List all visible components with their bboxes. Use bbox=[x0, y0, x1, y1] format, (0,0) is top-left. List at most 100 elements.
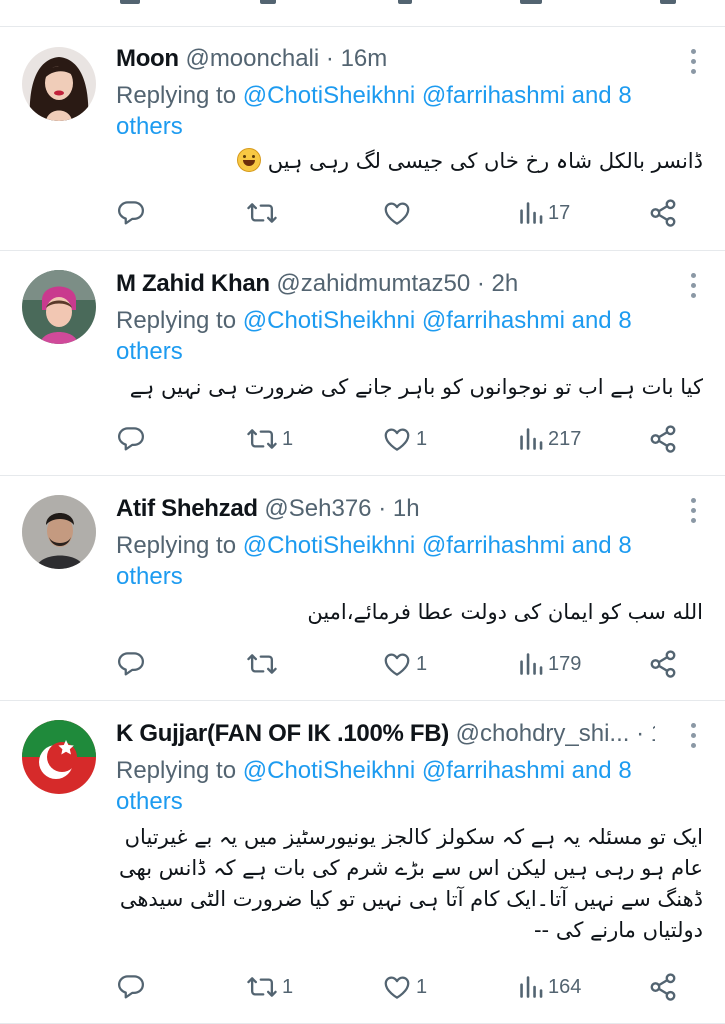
display-name[interactable]: Moon bbox=[116, 45, 179, 72]
tweet[interactable]: K Gujjar(FAN OF IK .100% FB) @chohdry_sh… bbox=[0, 702, 725, 1024]
reply-icon[interactable] bbox=[120, 0, 140, 4]
retweet-icon[interactable] bbox=[260, 0, 276, 4]
view-count: 164 bbox=[548, 975, 582, 998]
display-name[interactable]: M Zahid Khan bbox=[116, 270, 270, 297]
tweet-text: ایک تو مسئلہ یہ ہے کہ سکولز کالجز یونیور… bbox=[116, 822, 703, 946]
retweet-count: 1 bbox=[282, 975, 294, 998]
more-icon[interactable] bbox=[689, 49, 697, 77]
share-button[interactable] bbox=[648, 196, 678, 230]
like-count: 1 bbox=[416, 975, 428, 998]
tweet-actions: 1 1 164 bbox=[116, 970, 696, 1004]
user-handle[interactable]: @zahidmumtaz50 bbox=[276, 270, 470, 297]
reply-icon bbox=[118, 975, 144, 999]
tweet-actions: 1 179 bbox=[116, 647, 696, 681]
tweet[interactable]: Moon @moonchali · 16m Replying to @Choti… bbox=[0, 28, 725, 251]
display-name[interactable]: K Gujjar(FAN OF IK .100% FB) bbox=[116, 720, 449, 747]
tweet-header: M Zahid Khan @zahidmumtaz50 · 2h bbox=[116, 269, 655, 299]
tweet-text-content: ایک تو مسئلہ یہ ہے کہ سکولز کالجز یونیور… bbox=[119, 825, 703, 942]
separator: · bbox=[325, 45, 334, 72]
share-icon bbox=[650, 425, 676, 453]
more-icon[interactable] bbox=[689, 498, 697, 526]
reply-icon bbox=[118, 652, 144, 676]
tweet-header: K Gujjar(FAN OF IK .100% FB) @chohdry_sh… bbox=[116, 719, 655, 749]
views-icon bbox=[520, 202, 543, 224]
tweet-header: Moon @moonchali · 16m bbox=[116, 44, 655, 74]
reply-icon bbox=[118, 201, 144, 225]
reply-icon bbox=[118, 427, 144, 451]
retweet-icon bbox=[247, 654, 277, 674]
user-handle[interactable]: @chohdry_shi... bbox=[456, 720, 630, 747]
retweet-button[interactable] bbox=[246, 647, 282, 681]
grinning-face-emoji-icon bbox=[237, 148, 262, 172]
replying-to-others-link[interactable]: others bbox=[116, 788, 183, 815]
share-button[interactable] bbox=[648, 647, 678, 681]
replying-to-users-link[interactable]: @ChotiSheikhni @farrihashmi and 8 bbox=[243, 757, 632, 784]
more-icon[interactable] bbox=[689, 723, 697, 751]
replying-to-others-link[interactable]: others bbox=[116, 113, 183, 140]
views-icon[interactable] bbox=[520, 0, 542, 4]
views-icon bbox=[520, 653, 543, 675]
like-button[interactable]: 1 bbox=[382, 970, 427, 1004]
like-button[interactable]: 1 bbox=[382, 422, 427, 456]
user-handle[interactable]: @moonchali bbox=[185, 45, 319, 72]
timestamp[interactable]: 1h bbox=[651, 720, 655, 747]
avatar[interactable] bbox=[22, 495, 96, 569]
like-count: 1 bbox=[416, 427, 428, 450]
views-button[interactable]: 164 bbox=[518, 970, 581, 1004]
view-count: 217 bbox=[548, 427, 582, 450]
tweet[interactable]: M Zahid Khan @zahidmumtaz50 · 2h Replyin… bbox=[0, 252, 725, 476]
retweet-button[interactable] bbox=[246, 196, 282, 230]
views-button[interactable]: 217 bbox=[518, 422, 581, 456]
like-button[interactable]: 1 bbox=[382, 647, 427, 681]
like-count: 1 bbox=[416, 652, 428, 675]
share-button[interactable] bbox=[648, 970, 678, 1004]
avatar[interactable] bbox=[22, 720, 96, 794]
reply-button[interactable] bbox=[116, 422, 150, 456]
replying-to-users-link[interactable]: @ChotiSheikhni @farrihashmi and 8 bbox=[243, 532, 632, 559]
more-icon[interactable] bbox=[689, 273, 697, 301]
reply-button[interactable] bbox=[116, 647, 150, 681]
share-icon bbox=[650, 973, 676, 1001]
timestamp[interactable]: 1h bbox=[393, 495, 420, 522]
reply-button[interactable] bbox=[116, 970, 150, 1004]
separator: · bbox=[636, 720, 645, 747]
previous-tweet-actions-edge bbox=[0, 0, 725, 27]
share-icon[interactable] bbox=[660, 0, 676, 4]
replying-to-label: Replying to bbox=[116, 82, 243, 109]
replying-to-label: Replying to bbox=[116, 307, 243, 334]
views-button[interactable]: 179 bbox=[518, 647, 581, 681]
display-name[interactable]: Atif Shehzad bbox=[116, 495, 258, 522]
tweet-text: الله سب کو ایمان کی دولت عطا فرمائے،امین bbox=[116, 597, 703, 628]
reply-button[interactable] bbox=[116, 196, 150, 230]
views-icon bbox=[520, 976, 543, 998]
retweet-button[interactable]: 1 bbox=[246, 422, 293, 456]
tweet-actions: 1 1 217 bbox=[116, 422, 696, 456]
separator: · bbox=[476, 270, 485, 297]
retweet-icon bbox=[247, 429, 277, 449]
like-icon[interactable] bbox=[398, 0, 412, 4]
tweet-text-content: ڈانسر بالکل شاہ رخ خاں کی جیسی لگ رہی ہی… bbox=[267, 149, 703, 173]
share-icon bbox=[650, 650, 676, 678]
tweet-text-content: الله سب کو ایمان کی دولت عطا فرمائے،امین bbox=[307, 600, 703, 624]
view-count: 17 bbox=[548, 201, 571, 224]
retweet-button[interactable]: 1 bbox=[246, 970, 293, 1004]
replying-to-others-link[interactable]: others bbox=[116, 563, 183, 590]
view-count: 179 bbox=[548, 652, 582, 675]
replying-to-label: Replying to bbox=[116, 532, 243, 559]
user-handle[interactable]: @Seh376 bbox=[264, 495, 371, 522]
like-button[interactable] bbox=[382, 196, 416, 230]
replying-to-users-link[interactable]: @ChotiSheikhni @farrihashmi and 8 bbox=[243, 82, 632, 109]
replying-to-users-link[interactable]: @ChotiSheikhni @farrihashmi and 8 bbox=[243, 307, 632, 334]
timestamp[interactable]: 2h bbox=[492, 270, 519, 297]
like-icon bbox=[384, 202, 410, 225]
replying-to-others-link[interactable]: others bbox=[116, 338, 183, 365]
timestamp[interactable]: 16m bbox=[341, 45, 388, 72]
tweet[interactable]: Atif Shehzad @Seh376 · 1h Replying to @C… bbox=[0, 477, 725, 701]
tweet-actions: 17 bbox=[116, 196, 696, 230]
avatar[interactable] bbox=[22, 47, 96, 121]
replying-to: Replying to @ChotiSheikhni @farrihashmi … bbox=[116, 755, 646, 817]
views-button[interactable]: 17 bbox=[518, 196, 570, 230]
avatar[interactable] bbox=[22, 270, 96, 344]
share-icon bbox=[650, 199, 676, 227]
share-button[interactable] bbox=[648, 422, 678, 456]
